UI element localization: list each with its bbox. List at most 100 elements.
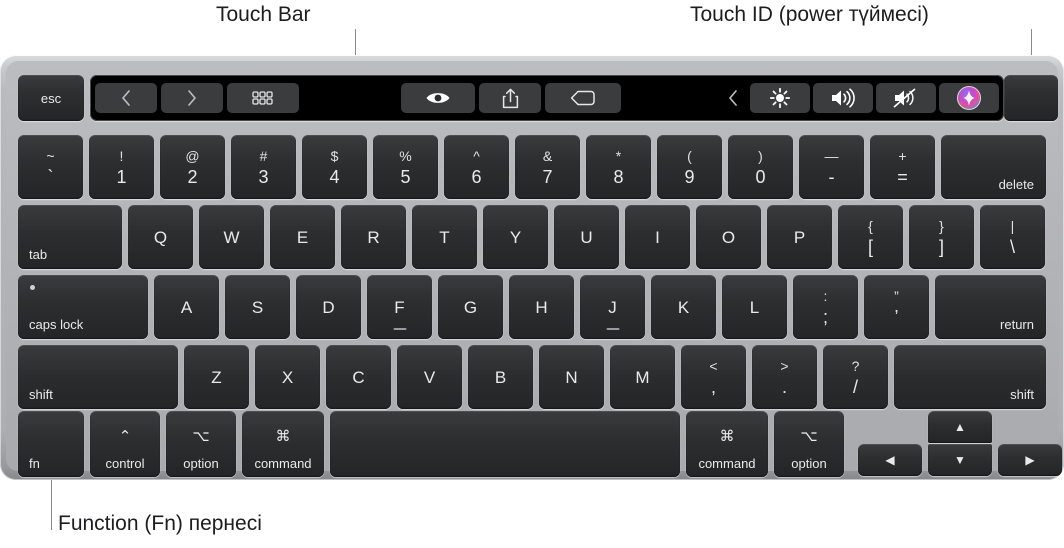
key--[interactable]: — -: [799, 135, 864, 199]
key-letter: R: [367, 227, 380, 247]
caps-lock-indicator-icon: [30, 285, 35, 290]
key-esc[interactable]: esc: [18, 75, 84, 121]
key-=[interactable]: + =: [870, 135, 935, 199]
touchbar-button-preview[interactable]: [401, 83, 475, 113]
key-arrow-left[interactable]: ◀: [858, 444, 922, 476]
key-b[interactable]: B: [468, 345, 533, 409]
key-k[interactable]: K: [651, 275, 716, 339]
key-return[interactable]: return: [935, 275, 1046, 339]
key-m[interactable]: M: [610, 345, 675, 409]
key-h[interactable]: H: [509, 275, 574, 339]
key-primary-symbol: `: [47, 166, 54, 187]
key-8[interactable]: * 8: [586, 135, 651, 199]
key-g[interactable]: G: [438, 275, 503, 339]
key-2[interactable]: @2: [160, 135, 225, 199]
key-0[interactable]: ) 0: [728, 135, 793, 199]
key-primary-symbol: 8: [613, 166, 624, 187]
key-space[interactable]: [330, 411, 680, 477]
key-t[interactable]: T: [412, 205, 477, 269]
key-x[interactable]: X: [255, 345, 320, 409]
key-n[interactable]: N: [539, 345, 604, 409]
key-shift-symbol: —: [824, 147, 839, 164]
key-p[interactable]: P: [767, 205, 832, 269]
key-semicolon[interactable]: :;: [793, 275, 858, 339]
key-9[interactable]: (9: [657, 135, 722, 199]
key-a[interactable]: A: [154, 275, 219, 339]
key-f[interactable]: F: [367, 275, 432, 339]
key-7[interactable]: & 7: [515, 135, 580, 199]
key-touch-id[interactable]: [1004, 75, 1058, 121]
macbook-chassis: esc ~ `! 1 @2 #3 $4% 5 ^ 6 & 7 * 8(9) 0— - + = delete tab Q W…: [0, 55, 1064, 480]
key-letter: Q: [153, 227, 168, 247]
touchbar-control-volume[interactable]: [813, 83, 873, 113]
key-o[interactable]: O: [696, 205, 761, 269]
key-letter: C: [352, 367, 365, 387]
key-d[interactable]: D: [296, 275, 361, 339]
key-5[interactable]: % 5: [373, 135, 438, 199]
key-arrow-down[interactable]: ▼: [928, 444, 992, 476]
key-slash[interactable]: ? /: [823, 345, 888, 409]
key-letter: K: [677, 297, 690, 317]
key-tab[interactable]: tab: [18, 205, 122, 269]
key-shift-left[interactable]: shift: [18, 345, 178, 409]
key-control[interactable]: ⌃ control: [90, 411, 160, 477]
key-comma[interactable]: <,: [681, 345, 746, 409]
key-option[interactable]: ⌥ option: [166, 411, 236, 477]
key-arrow-up[interactable]: ▲: [928, 411, 992, 443]
key-s[interactable]: S: [225, 275, 290, 339]
chevron-right-icon: [185, 89, 199, 107]
key-1[interactable]: ! 1: [89, 135, 154, 199]
key-shift-symbol: +: [898, 147, 907, 164]
key-l[interactable]: L: [722, 275, 787, 339]
key-4[interactable]: $4: [302, 135, 367, 199]
key-command[interactable]: ⌘ command: [242, 411, 324, 477]
key-bracket-right[interactable]: }]: [909, 205, 974, 269]
key-e[interactable]: E: [270, 205, 335, 269]
key-letter: B: [494, 367, 507, 387]
key-z[interactable]: Z: [184, 345, 249, 409]
key-j[interactable]: J: [580, 275, 645, 339]
key-i[interactable]: I: [625, 205, 690, 269]
key-6[interactable]: ^ 6: [444, 135, 509, 199]
key-backslash[interactable]: | \: [980, 205, 1045, 269]
key-backtick[interactable]: ~ `: [18, 135, 83, 199]
key-period[interactable]: >.: [752, 345, 817, 409]
touchbar-control-siri[interactable]: [939, 83, 999, 113]
key-primary-symbol: 0: [755, 166, 766, 187]
touchbar-button-tab-overview[interactable]: [227, 83, 299, 113]
key-primary-symbol: /: [852, 376, 858, 397]
key-letter: W: [223, 227, 240, 247]
touchbar-button-tag[interactable]: [545, 83, 621, 113]
key-arrow-right[interactable]: ▶: [998, 444, 1062, 476]
key-3[interactable]: #3: [231, 135, 296, 199]
touchbar-control-brightness[interactable]: [750, 83, 810, 113]
touch-bar[interactable]: [90, 75, 1004, 121]
key-v[interactable]: V: [397, 345, 462, 409]
key-fn[interactable]: fn: [18, 411, 84, 477]
key-bracket-left[interactable]: {[: [838, 205, 903, 269]
key-c[interactable]: C: [326, 345, 391, 409]
key-y[interactable]: Y: [483, 205, 548, 269]
touchbar-button-forward[interactable]: [161, 83, 223, 113]
key-u[interactable]: U: [554, 205, 619, 269]
key-option-right[interactable]: ⌥ option: [774, 411, 844, 477]
touchbar-button-back[interactable]: [95, 83, 157, 113]
key-delete[interactable]: delete: [941, 135, 1046, 199]
touchbar-button-share[interactable]: [479, 83, 541, 113]
key-shift-right[interactable]: shift: [894, 345, 1046, 409]
key-r[interactable]: R: [341, 205, 406, 269]
callout-touch-id: Touch ID (power түймесі): [690, 3, 929, 26]
grid-icon: [252, 90, 274, 106]
key-letter: A: [180, 297, 193, 317]
volume-mute-icon: [893, 88, 919, 108]
touchbar-control-mute[interactable]: [876, 83, 936, 113]
key-quote[interactable]: ”’: [864, 275, 929, 339]
key-caps-lock[interactable]: caps lock: [18, 275, 148, 339]
key-command-right[interactable]: ⌘ command: [686, 411, 768, 477]
key-q[interactable]: Q: [128, 205, 193, 269]
key-letter: N: [565, 367, 578, 387]
chevron-left-icon[interactable]: [719, 83, 747, 113]
key-primary-symbol: 9: [684, 166, 695, 187]
key-letter: E: [296, 227, 309, 247]
key-w[interactable]: W: [199, 205, 264, 269]
